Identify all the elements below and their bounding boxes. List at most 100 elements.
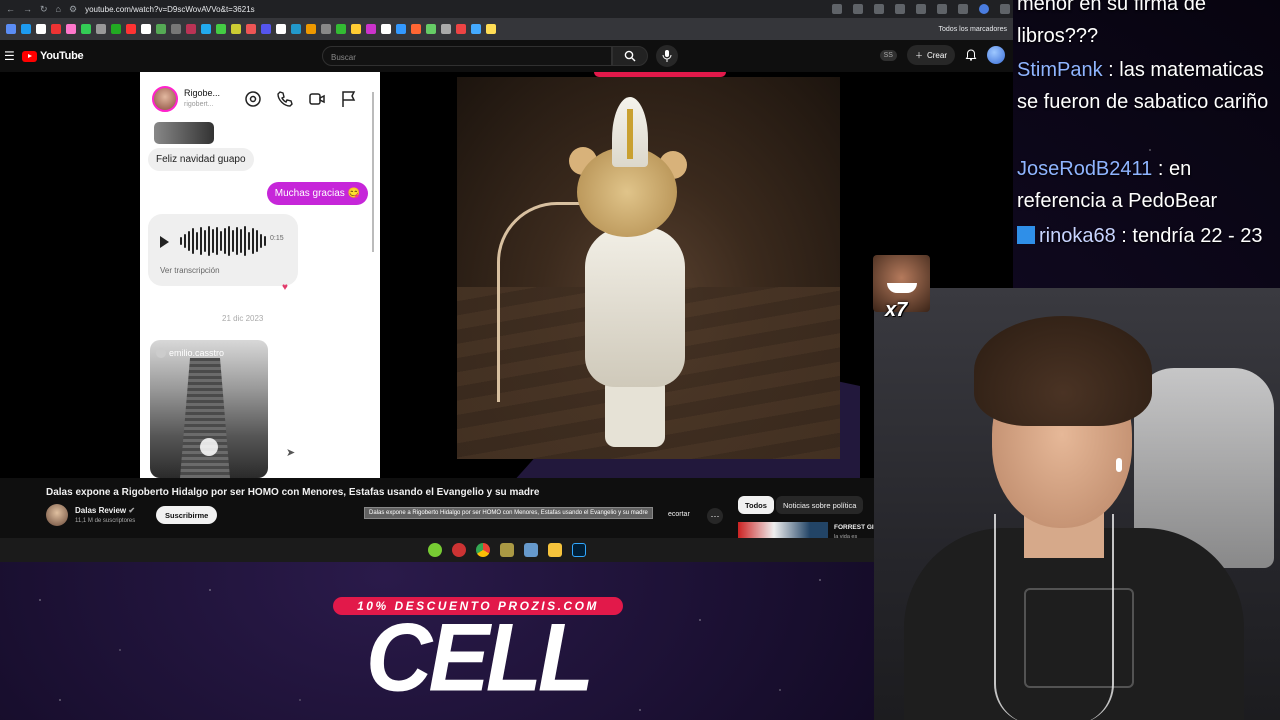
reel-play-icon bbox=[200, 438, 218, 456]
site-info-icon[interactable]: ⚙ bbox=[69, 4, 77, 15]
bookmark-icon[interactable] bbox=[126, 24, 136, 34]
chat-username: StimPank bbox=[1017, 59, 1103, 81]
taskbar bbox=[0, 538, 1013, 562]
account-avatar[interactable] bbox=[987, 46, 1005, 64]
more-actions-icon[interactable]: ⋯ bbox=[707, 508, 723, 524]
channel-name[interactable]: Dalas Review ✔ bbox=[75, 506, 135, 515]
bookmark-icon[interactable] bbox=[336, 24, 346, 34]
chat-username: rinoka68 bbox=[1039, 225, 1116, 247]
channel-avatar[interactable] bbox=[46, 504, 68, 526]
taskbar-app-icon[interactable] bbox=[523, 543, 538, 557]
reload-icon[interactable]: ↻ bbox=[40, 4, 48, 15]
voice-search-button[interactable] bbox=[656, 45, 678, 67]
bookmark-icon[interactable] bbox=[96, 24, 106, 34]
emote-combo-count: x7 bbox=[885, 299, 908, 321]
bookmark-icon[interactable] bbox=[276, 24, 286, 34]
extension-icon[interactable] bbox=[916, 4, 926, 14]
heart-reaction-icon: ♥ bbox=[282, 282, 288, 293]
bookmark-icon[interactable] bbox=[81, 24, 91, 34]
bookmark-icon[interactable] bbox=[246, 24, 256, 34]
extension-icon[interactable] bbox=[895, 4, 905, 14]
bookmark-star-icon[interactable] bbox=[853, 4, 863, 14]
folder-taskbar-icon[interactable] bbox=[547, 543, 562, 557]
notifications-bell-icon[interactable] bbox=[965, 49, 977, 61]
bookmark-icon[interactable] bbox=[381, 24, 391, 34]
extension-icon[interactable] bbox=[874, 4, 884, 14]
bookmark-icon[interactable] bbox=[6, 24, 16, 34]
bookmark-icon[interactable] bbox=[426, 24, 436, 34]
subscribe-button[interactable]: Suscribirme bbox=[156, 506, 218, 524]
bookmark-icon[interactable] bbox=[141, 24, 151, 34]
bookmark-icon[interactable] bbox=[186, 24, 196, 34]
bookmark-icon[interactable] bbox=[486, 24, 496, 34]
bookmark-icon[interactable] bbox=[351, 24, 361, 34]
bookmark-icon[interactable] bbox=[111, 24, 121, 34]
bookmark-icon[interactable] bbox=[261, 24, 271, 34]
chat-message: menor en su firma de libros??? bbox=[1017, 0, 1279, 52]
bookmark-icon[interactable] bbox=[231, 24, 241, 34]
create-label: Crear bbox=[926, 50, 947, 60]
youtube-logo[interactable]: YouTube bbox=[22, 50, 84, 62]
outgoing-message: Muchas gracias 😋 bbox=[266, 182, 368, 205]
profile-icon[interactable] bbox=[979, 4, 989, 14]
search-icon bbox=[624, 50, 636, 62]
install-icon[interactable] bbox=[832, 4, 842, 14]
menu-icon[interactable] bbox=[1000, 4, 1010, 14]
bookmark-icon[interactable] bbox=[411, 24, 421, 34]
forward-icon[interactable]: → bbox=[23, 4, 32, 14]
recommended-title[interactable]: FORREST GI bbox=[834, 524, 874, 531]
all-bookmarks-link[interactable]: Todos los marcadores bbox=[939, 26, 1007, 33]
phone-icon bbox=[277, 91, 293, 107]
taskbar-app-icon[interactable] bbox=[451, 543, 466, 557]
dm-contact-name: Rigobe... rigobert... bbox=[184, 88, 220, 110]
hamburger-menu-icon[interactable]: ☰ bbox=[4, 49, 22, 63]
extension-icon[interactable] bbox=[937, 4, 947, 14]
dm-name: Rigobe... bbox=[184, 88, 221, 98]
share-icon: ➤ bbox=[286, 447, 296, 459]
bookmark-icon[interactable] bbox=[396, 24, 406, 34]
youtube-play-icon bbox=[22, 50, 37, 62]
extension-icon[interactable] bbox=[958, 4, 968, 14]
search-button[interactable] bbox=[612, 46, 648, 66]
chip-politics-news[interactable]: Noticias sobre política bbox=[776, 496, 864, 514]
chat-text: menor en su firma de libros??? bbox=[1017, 0, 1206, 47]
bookmark-icon[interactable] bbox=[471, 24, 481, 34]
chip-all[interactable]: Todos bbox=[738, 496, 774, 514]
video-player[interactable]: Rigobe... rigobert... Feliz navidad guap… bbox=[0, 72, 1013, 478]
search-input[interactable] bbox=[323, 48, 611, 67]
bookmark-icon[interactable] bbox=[366, 24, 376, 34]
youtube-header: ☰ YouTube SS ＋ Crear bbox=[0, 40, 1013, 72]
bookmark-icon[interactable] bbox=[156, 24, 166, 34]
bookmark-icon[interactable] bbox=[321, 24, 331, 34]
bookmark-icon[interactable] bbox=[66, 24, 76, 34]
phone-screenshot: Rigobe... rigobert... Feliz navidad guap… bbox=[140, 72, 374, 478]
bookmark-icon[interactable] bbox=[291, 24, 301, 34]
webcam-feed bbox=[874, 288, 1280, 720]
photoshop-taskbar-icon[interactable] bbox=[571, 543, 586, 557]
chrome-taskbar-icon[interactable] bbox=[475, 543, 490, 557]
recommended-thumbnail[interactable] bbox=[738, 522, 828, 539]
clip-button[interactable]: ecortar bbox=[668, 511, 690, 518]
bookmark-icon[interactable] bbox=[456, 24, 466, 34]
ss-badge[interactable]: SS bbox=[879, 49, 897, 61]
bookmark-icon[interactable] bbox=[171, 24, 181, 34]
reel-username: emilio.casstro bbox=[169, 348, 225, 358]
title-tooltip: Dalas expone a Rigoberto Hidalgo por ser… bbox=[364, 507, 653, 519]
create-button[interactable]: ＋ Crear bbox=[906, 45, 955, 65]
bookmark-icon[interactable] bbox=[201, 24, 211, 34]
url-text[interactable]: youtube.com/watch?v=D9scWovAVVo&t=3621s bbox=[85, 5, 824, 14]
bookmark-icon[interactable] bbox=[216, 24, 226, 34]
bookmark-icon[interactable] bbox=[441, 24, 451, 34]
bookmark-icon[interactable] bbox=[21, 24, 31, 34]
taskbar-app-icon[interactable] bbox=[427, 543, 442, 557]
bookmark-icon[interactable] bbox=[36, 24, 46, 34]
home-icon[interactable]: ⌂ bbox=[56, 4, 61, 14]
address-bar[interactable]: ← → ↻ ⌂ ⚙ youtube.com/watch?v=D9scWovAVV… bbox=[0, 0, 1013, 18]
play-icon bbox=[160, 236, 169, 248]
reel-user: emilio.casstro bbox=[156, 348, 224, 358]
mouse-legs bbox=[605, 377, 665, 447]
bookmark-icon[interactable] bbox=[306, 24, 316, 34]
bookmark-icon[interactable] bbox=[51, 24, 61, 34]
back-icon[interactable]: ← bbox=[6, 4, 15, 14]
taskbar-app-icon[interactable] bbox=[499, 543, 514, 557]
